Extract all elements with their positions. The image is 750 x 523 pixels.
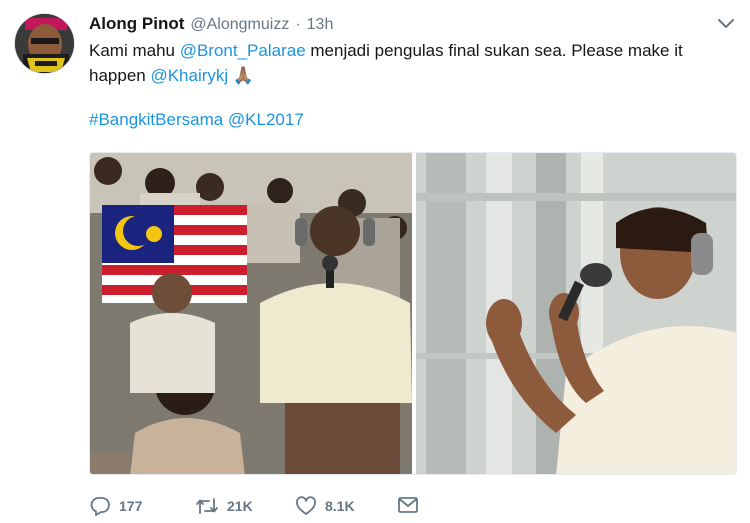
media-grid xyxy=(89,152,737,475)
photo-stadium-crowd[interactable] xyxy=(90,153,412,474)
display-name[interactable]: Along Pinot xyxy=(89,14,184,34)
mention-link[interactable]: @KL2017 xyxy=(228,110,304,129)
separator-dot: · xyxy=(295,16,301,33)
text-segment: happen xyxy=(89,66,151,85)
text-segment: menjadi pengulas final sukan sea. Please… xyxy=(305,41,683,60)
photo-commentator-closeup[interactable] xyxy=(416,153,736,474)
mention-link[interactable]: @Bront_Palarae xyxy=(180,41,306,60)
hashtag-link[interactable]: #BangkitBersama xyxy=(89,110,223,129)
mention-link[interactable]: @Khairykj xyxy=(150,66,228,85)
retweet-button[interactable]: 21K xyxy=(195,496,253,516)
chevron-down-icon[interactable] xyxy=(716,17,736,31)
avatar[interactable] xyxy=(14,13,75,74)
text-segment: Kami mahu xyxy=(89,41,180,60)
heart-icon xyxy=(295,496,317,516)
tweet-card[interactable]: Along Pinot @Alongmuizz · 13h Kami mahu … xyxy=(0,0,750,523)
like-button[interactable]: 8.1K xyxy=(295,496,355,516)
praying-hands-emoji: 🙏🏽 xyxy=(232,66,255,85)
tweet-header: Along Pinot @Alongmuizz · 13h xyxy=(89,14,333,36)
envelope-icon xyxy=(397,496,419,514)
tweet-text: Kami mahu @Bront_Palarae menjadi pengula… xyxy=(89,38,729,132)
reply-count: 177 xyxy=(119,498,143,514)
direct-message-button[interactable] xyxy=(397,496,419,514)
retweet-icon xyxy=(195,496,219,516)
retweet-count: 21K xyxy=(227,498,253,514)
timestamp[interactable]: 13h xyxy=(307,16,334,34)
reply-icon xyxy=(89,496,111,516)
reply-button[interactable]: 177 xyxy=(89,496,142,516)
user-handle[interactable]: @Alongmuizz xyxy=(190,16,289,34)
like-count: 8.1K xyxy=(325,498,355,514)
